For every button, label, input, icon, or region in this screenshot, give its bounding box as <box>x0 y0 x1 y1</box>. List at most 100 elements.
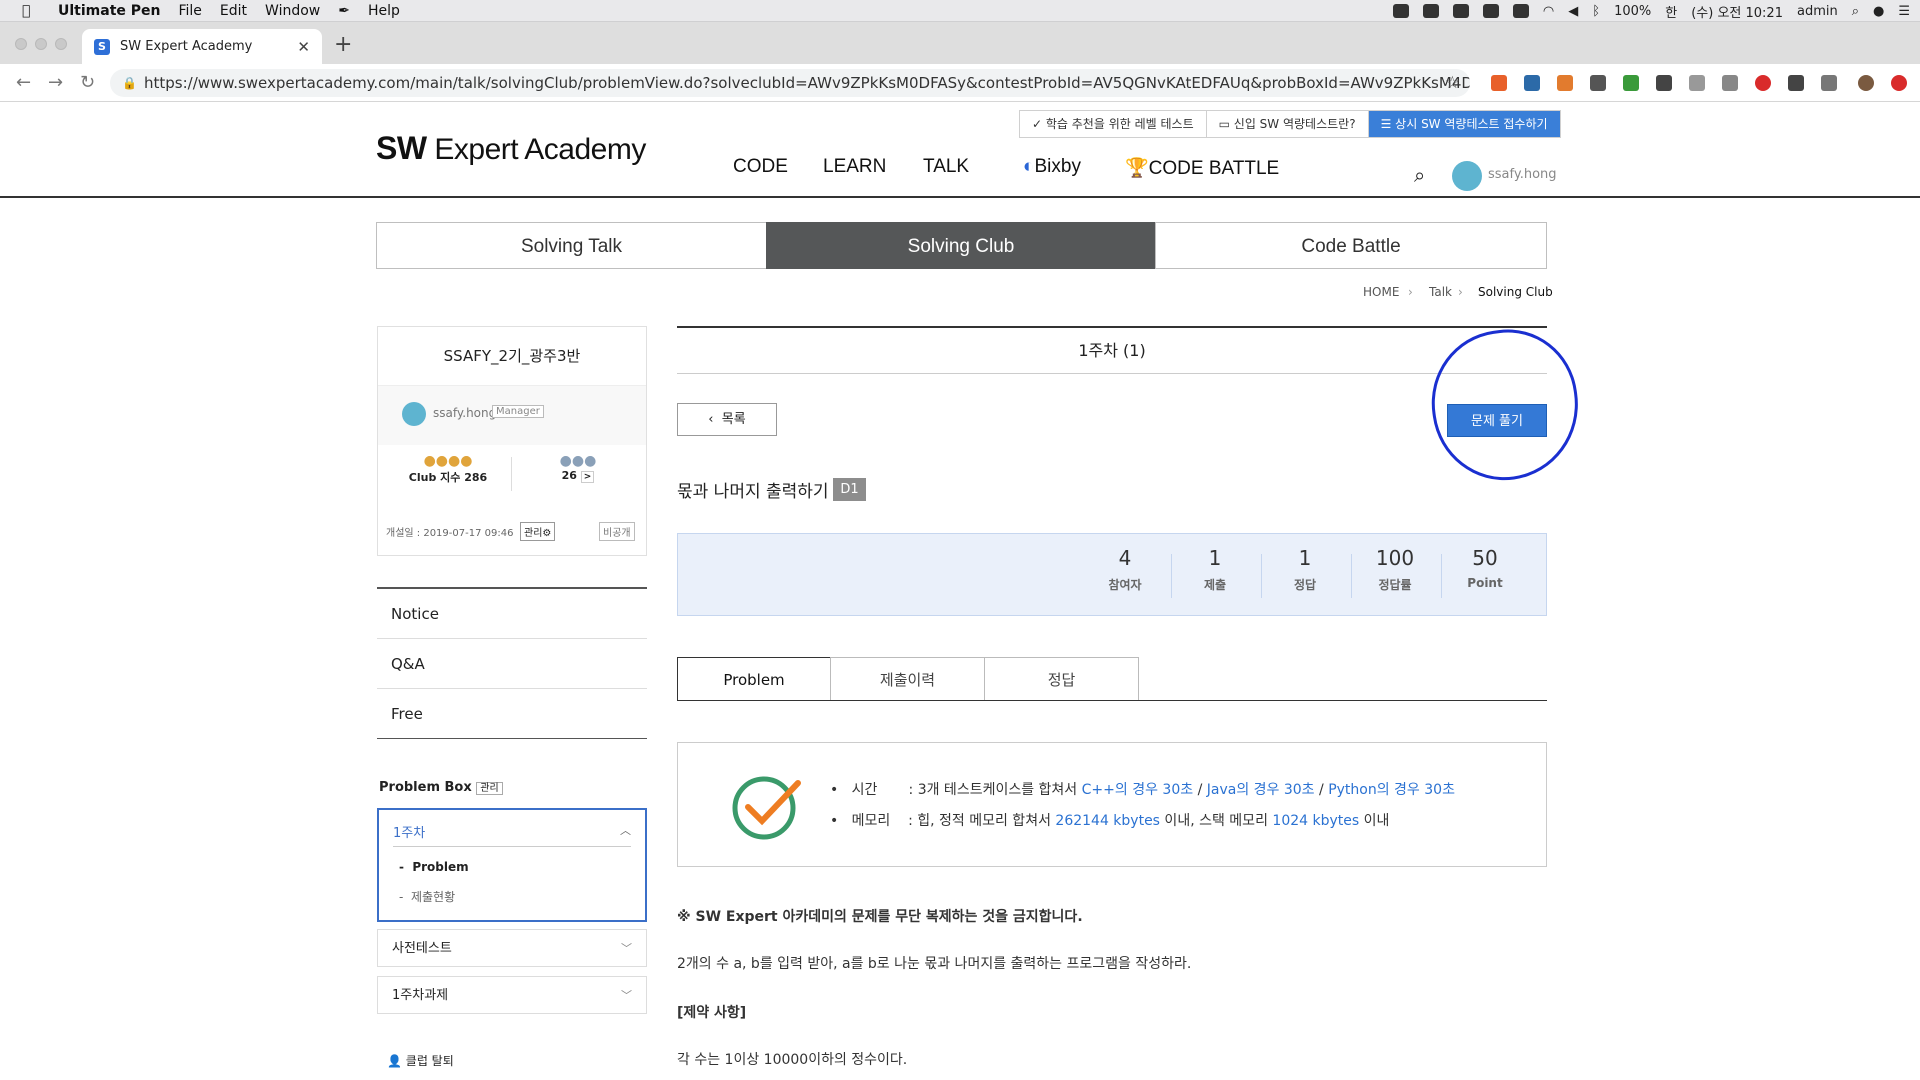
status-icon[interactable] <box>1512 4 1529 18</box>
url-field[interactable]: 🔒 https://www.swexpertacademy.com/main/t… <box>110 69 1470 97</box>
stat-point: 50 Point <box>1467 546 1503 590</box>
problem-box-homework[interactable]: 1주차과제 ﹀ <box>377 976 647 1014</box>
visibility-badge: 비공개 <box>599 522 635 541</box>
breadcrumb-talk[interactable]: Talk <box>1429 285 1452 299</box>
forward-icon[interactable]: → <box>48 72 63 93</box>
breadcrumb-home[interactable]: HOME <box>1363 285 1399 299</box>
menu-qna[interactable]: Q&A <box>377 639 647 689</box>
clock[interactable]: (수) 오전 10:21 <box>1691 2 1783 21</box>
tab-problem[interactable]: Problem <box>677 657 831 701</box>
menu-notice[interactable]: Notice <box>377 589 647 639</box>
tab-underline <box>677 700 1547 701</box>
tab-code-battle[interactable]: Code Battle <box>1155 222 1547 269</box>
back-icon[interactable]: ← <box>16 72 31 93</box>
extension-icon[interactable] <box>1590 75 1606 91</box>
extension-icon[interactable] <box>1788 75 1804 91</box>
nav-talk[interactable]: TALK <box>923 156 969 178</box>
extension-icon[interactable] <box>1755 75 1771 91</box>
extension-icon[interactable] <box>1524 75 1540 91</box>
sub-item-status[interactable]: - 제출현황 <box>399 888 455 905</box>
extension-icon[interactable] <box>1722 75 1738 91</box>
wifi-icon[interactable]: ◠ <box>1543 4 1554 19</box>
sw-test-apply-button[interactable]: ☰ 상시 SW 역량테스트 접수하기 <box>1368 111 1560 137</box>
input-lang[interactable]: 한 <box>1665 2 1677 21</box>
zoom-window-button[interactable] <box>55 38 67 50</box>
manager-role-badge: Manager <box>492 405 544 418</box>
problem-box-manage[interactable]: 관리 <box>476 782 503 795</box>
problem-box-week[interactable]: 1주차 <box>393 822 425 841</box>
problem-box-title: Problem Box 관리 <box>379 779 503 795</box>
reload-icon[interactable]: ↻ <box>80 72 95 93</box>
stat-correct: 1 정답 <box>1293 546 1317 592</box>
minimize-window-button[interactable] <box>35 38 47 50</box>
menu-free[interactable]: Free <box>377 689 647 739</box>
menu-help[interactable]: Help <box>368 3 400 19</box>
menu-window[interactable]: Window <box>265 3 320 19</box>
menu-file[interactable]: File <box>178 3 201 19</box>
menu-app-name[interactable]: Ultimate Pen <box>58 3 160 19</box>
limits-box: • 시간 : 3개 테스트케이스를 합쳐서 C++의 경우 30초 / Java… <box>677 742 1547 867</box>
extension-icon[interactable] <box>1557 75 1573 91</box>
club-index: ●●●● Club 지수 286 <box>396 453 500 485</box>
sub-item-problem[interactable]: - Problem <box>399 860 469 874</box>
problem-description: 2개의 수 a, b를 입력 받아, a를 b로 나눈 몫과 나머지를 출력하는… <box>677 956 1192 972</box>
tab-submission-history[interactable]: 제출이력 <box>830 657 985 701</box>
profile-avatar[interactable] <box>1858 75 1874 91</box>
breadcrumb-sep: › <box>1458 285 1463 299</box>
nav-code[interactable]: CODE <box>733 156 788 178</box>
header-username[interactable]: ssafy.hong <box>1488 167 1557 182</box>
avatar[interactable] <box>1452 161 1482 191</box>
address-bar-row: ← → ↻ 🔒 https://www.swexpertacademy.com/… <box>0 64 1920 102</box>
chevron-up-icon[interactable]: ︿ <box>620 822 631 838</box>
close-window-button[interactable] <box>15 38 27 50</box>
tab-solving-talk[interactable]: Solving Talk <box>376 222 767 269</box>
update-icon[interactable] <box>1891 75 1907 91</box>
status-icon[interactable] <box>1392 4 1409 18</box>
extension-icon[interactable] <box>1656 75 1672 91</box>
browser-tab[interactable]: S SW Expert Academy ✕ <box>82 29 322 64</box>
leave-club-button[interactable]: 👤 클럽 탈퇴 <box>387 1052 454 1069</box>
apple-icon[interactable]:  <box>22 3 36 19</box>
close-icon[interactable]: ✕ <box>297 38 310 56</box>
level-test-button[interactable]: ✓ 학습 추천을 위한 레벨 테스트 <box>1020 111 1207 137</box>
week-title: 1주차 (1) <box>677 326 1547 374</box>
search-icon[interactable]: ⌕ <box>1414 163 1425 187</box>
club-manage-button[interactable]: 관리⚙ <box>520 522 556 541</box>
trophy-icon: 🏆 <box>1125 158 1149 179</box>
extension-icon[interactable] <box>1821 75 1837 91</box>
menu-edit[interactable]: Edit <box>220 3 247 19</box>
club-members[interactable]: ●●● 26 > <box>538 453 618 483</box>
nav-bixby[interactable]: ◐Bixby <box>1023 156 1081 178</box>
bluetooth-icon[interactable]: ᛒ <box>1592 4 1600 19</box>
chevron-down-icon: ﹀ <box>621 989 632 1002</box>
status-icon[interactable] <box>1452 4 1469 18</box>
battery-text[interactable]: 100% <box>1614 4 1651 19</box>
notification-icon[interactable]: ☰ <box>1898 4 1910 19</box>
tab-answer[interactable]: 정답 <box>984 657 1139 701</box>
volume-icon[interactable]: ◀ <box>1568 4 1578 19</box>
memory-limit-row: • 메모리 : 힙, 정적 메모리 합쳐서 262144 kbytes 이내, … <box>830 813 1390 829</box>
new-tab-button[interactable]: + <box>334 32 352 57</box>
status-icon[interactable] <box>1422 4 1439 18</box>
members-icon: ●●● <box>559 453 597 469</box>
pen-icon[interactable]: ✒ <box>338 3 350 19</box>
problem-box-pretest[interactable]: 사전테스트 ﹀ <box>377 929 647 967</box>
breadcrumb-sep: › <box>1408 285 1413 299</box>
user-name[interactable]: admin <box>1797 4 1838 19</box>
sw-test-info-button[interactable]: ▭ 신입 SW 역량테스트란? <box>1207 111 1369 137</box>
status-icon[interactable] <box>1482 4 1499 18</box>
siri-icon[interactable]: ● <box>1873 4 1884 19</box>
bookmark-star-icon[interactable]: ☆ <box>1445 69 1460 97</box>
nav-code-battle[interactable]: 🏆CODE BATTLE <box>1125 156 1279 180</box>
constraint-text: 각 수는 1이상 10000이하의 정수이다. <box>677 1052 908 1068</box>
spotlight-icon[interactable]: ⌕ <box>1852 4 1859 19</box>
extension-icon[interactable] <box>1689 75 1705 91</box>
header-divider <box>0 196 1920 198</box>
chevron-left-icon: ‹ <box>708 412 714 427</box>
site-logo[interactable]: SW Expert Academy <box>376 130 646 167</box>
tab-solving-club[interactable]: Solving Club <box>766 222 1156 269</box>
nav-learn[interactable]: LEARN <box>823 156 886 178</box>
extension-icon[interactable] <box>1623 75 1639 91</box>
extension-icon[interactable] <box>1491 75 1507 91</box>
list-button[interactable]: ‹ 목록 <box>677 403 777 436</box>
